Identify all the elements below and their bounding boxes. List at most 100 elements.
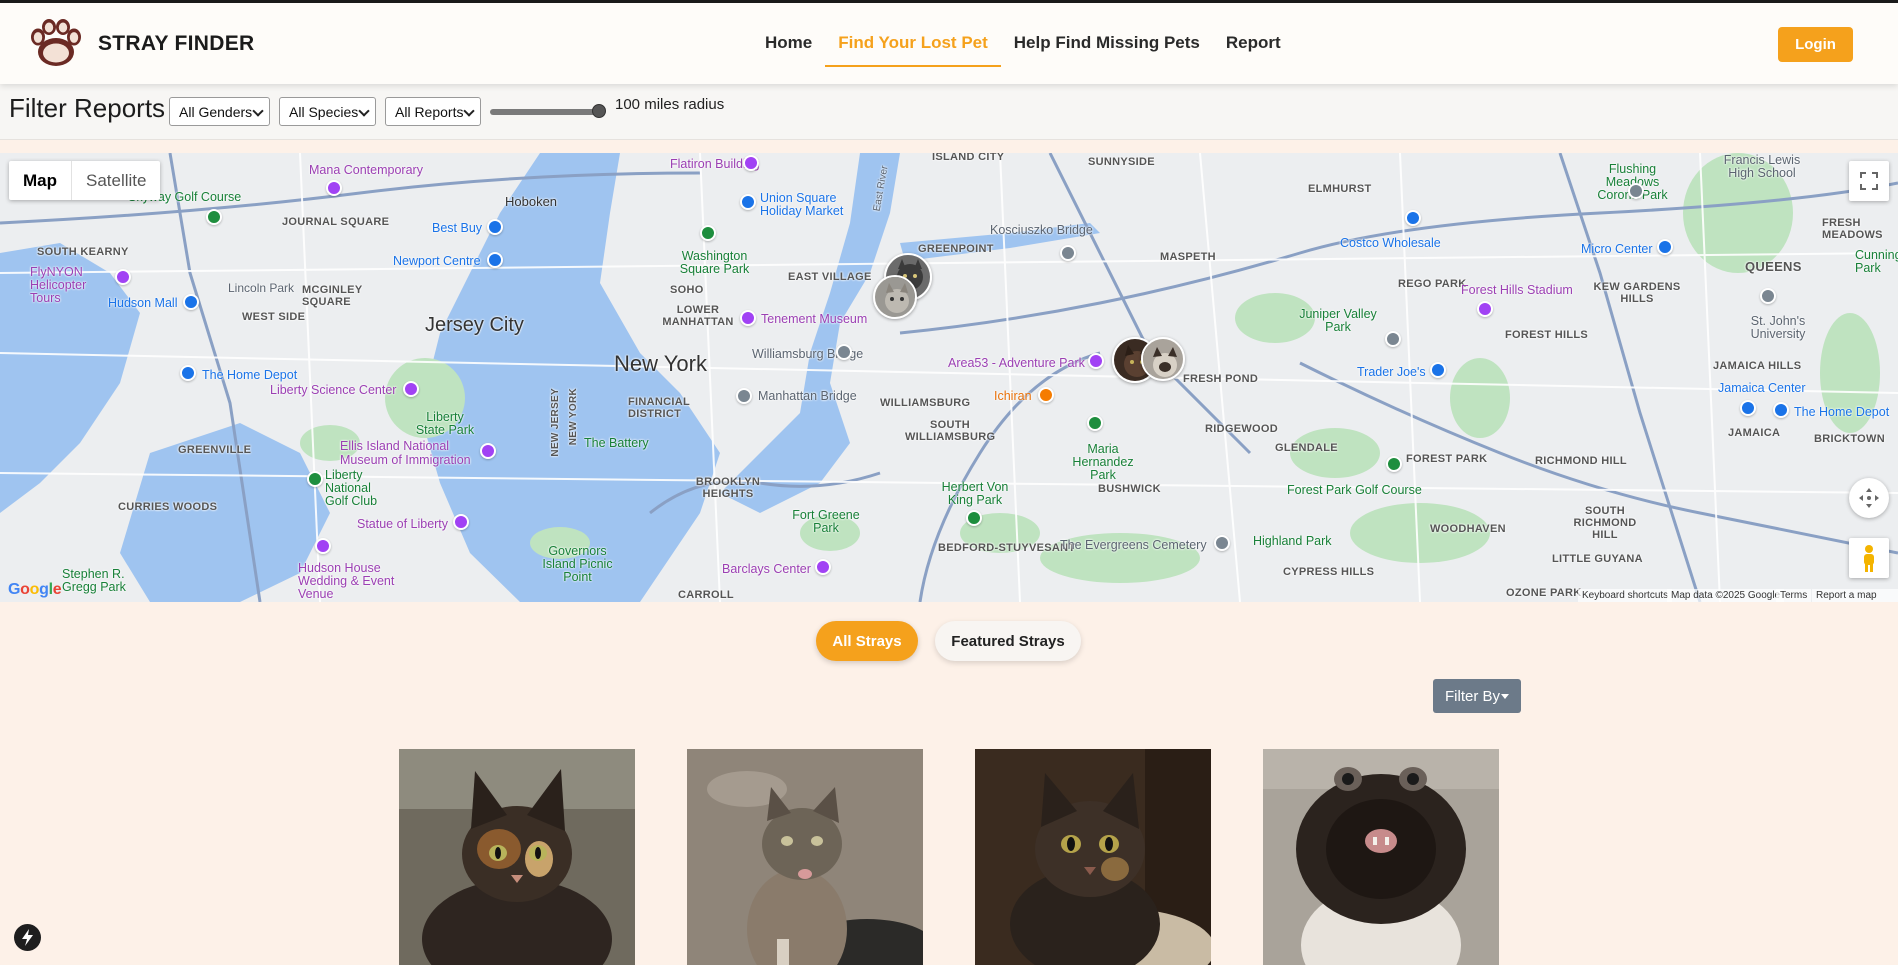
- shop-pin-icon[interactable]: [1405, 210, 1421, 226]
- poi-forest-park-golf[interactable]: Forest Park Golf Course: [1287, 483, 1422, 497]
- poi-home-depot-nj[interactable]: The Home Depot: [202, 368, 297, 382]
- poi-cunningham-park[interactable]: Cunningha Park: [1855, 249, 1898, 275]
- bridge-pin-icon[interactable]: [836, 344, 852, 360]
- nav-report[interactable]: Report: [1213, 21, 1294, 67]
- poi-hudson-house[interactable]: Hudson House Wedding & Event Venue: [298, 562, 408, 601]
- park-pin-icon[interactable]: [966, 510, 982, 526]
- poi-hudson-mall[interactable]: Hudson Mall: [108, 296, 177, 310]
- poi-st-johns-university[interactable]: St. John's University: [1743, 315, 1813, 341]
- poi-newport-centre[interactable]: Newport Centre: [393, 254, 481, 268]
- shop-pin-icon[interactable]: [1740, 400, 1756, 416]
- landmark-pin-icon[interactable]: [315, 538, 331, 554]
- shop-pin-icon[interactable]: [487, 252, 503, 268]
- shop-pin-icon[interactable]: [180, 365, 196, 381]
- poi-trader-joes[interactable]: Trader Joe's: [1357, 365, 1426, 379]
- report-map-error-link[interactable]: Report a map error: [1812, 589, 1898, 602]
- poi-union-square-market[interactable]: Union Square Holiday Market: [760, 192, 850, 218]
- all-strays-tab[interactable]: All Strays: [816, 621, 918, 661]
- poi-maria-hernandez-park[interactable]: Maria Hernandez Park: [1068, 443, 1138, 482]
- golf-pin-icon[interactable]: [307, 471, 323, 487]
- bridge-pin-icon[interactable]: [1060, 245, 1076, 261]
- landmark-pin-icon[interactable]: [1088, 353, 1104, 369]
- golf-pin-icon[interactable]: [206, 209, 222, 225]
- golf-pin-icon[interactable]: [1386, 456, 1402, 472]
- map-type-satellite-button[interactable]: Satellite: [72, 161, 160, 200]
- cat-card-1[interactable]: [399, 749, 635, 965]
- poi-juniper-valley-park[interactable]: Juniper Valley Park: [1298, 308, 1378, 334]
- poi-costco-wholesale[interactable]: Costco Wholesale: [1340, 236, 1441, 250]
- poi-highland-park[interactable]: Highland Park: [1253, 534, 1332, 548]
- poi-washington-square-park[interactable]: Washington Square Park: [677, 250, 752, 276]
- cat-report-marker[interactable]: [873, 275, 917, 319]
- keyboard-shortcuts-link[interactable]: Keyboard shortcuts: [1578, 589, 1673, 602]
- landmark-pin-icon[interactable]: [480, 443, 496, 459]
- landmark-pin-icon[interactable]: [740, 310, 756, 326]
- poi-jamaica-center[interactable]: Jamaica Center: [1718, 381, 1806, 395]
- poi-evergreens-cemetery[interactable]: The Evergreens Cemetery: [1060, 538, 1207, 552]
- filter-by-dropdown[interactable]: Filter By: [1433, 679, 1521, 713]
- poi-home-depot-ny[interactable]: The Home Depot: [1794, 405, 1889, 419]
- shop-pin-icon[interactable]: [740, 194, 756, 210]
- landmark-pin-icon[interactable]: [115, 269, 131, 285]
- poi-forest-hills-stadium[interactable]: Forest Hills Stadium: [1461, 283, 1573, 297]
- terms-link[interactable]: Terms: [1776, 589, 1812, 602]
- camera-control-button[interactable]: [1849, 478, 1889, 518]
- fullscreen-button[interactable]: [1849, 161, 1889, 201]
- poi-stephen-gregg-park[interactable]: Stephen R. Gregg Park: [62, 568, 137, 594]
- poi-liberty-national-golf[interactable]: Liberty National Golf Club: [325, 469, 397, 508]
- poi-herbert-von-king-park[interactable]: Herbert Von King Park: [940, 481, 1010, 507]
- cemetery-pin-icon[interactable]: [1214, 535, 1230, 551]
- restaurant-pin-icon[interactable]: [1038, 387, 1054, 403]
- poi-barclays-center[interactable]: Barclays Center: [722, 562, 811, 576]
- shop-pin-icon[interactable]: [1430, 362, 1446, 378]
- map-type-map-button[interactable]: Map: [9, 161, 72, 200]
- park-pin-icon[interactable]: [1087, 415, 1103, 431]
- shop-pin-icon[interactable]: [183, 294, 199, 310]
- school-pin-icon[interactable]: [1628, 183, 1644, 199]
- poi-the-battery[interactable]: The Battery: [584, 436, 649, 450]
- poi-tenement-museum[interactable]: Tenement Museum: [761, 312, 867, 326]
- brand-logo-link[interactable]: STRAY FINDER: [28, 19, 254, 69]
- poi-ellis-island[interactable]: Ellis Island National Museum of Immigrat…: [340, 439, 475, 467]
- slider-thumb[interactable]: [592, 104, 606, 118]
- featured-strays-tab[interactable]: Featured Strays: [935, 621, 1081, 661]
- landmark-pin-icon[interactable]: [326, 180, 342, 196]
- street-view-pegman-button[interactable]: [1849, 538, 1889, 578]
- poi-best-buy[interactable]: Best Buy: [432, 221, 482, 235]
- poi-statue-of-liberty[interactable]: Statue of Liberty: [357, 517, 448, 531]
- poi-area53-adventure-park[interactable]: Area53 - Adventure Park: [948, 356, 1085, 370]
- landmark-pin-icon[interactable]: [743, 155, 759, 171]
- poi-micro-center[interactable]: Micro Center: [1581, 242, 1653, 256]
- cat-report-marker[interactable]: [1141, 337, 1185, 381]
- landmark-pin-icon[interactable]: [403, 381, 419, 397]
- gender-select[interactable]: All Genders: [169, 97, 270, 126]
- shop-pin-icon[interactable]: [1657, 239, 1673, 255]
- login-button[interactable]: Login: [1778, 27, 1853, 62]
- nav-home[interactable]: Home: [752, 21, 825, 67]
- poi-mana-contemporary[interactable]: Mana Contemporary: [309, 163, 423, 177]
- poi-fort-greene-park[interactable]: Fort Greene Park: [791, 509, 861, 535]
- cemetery-pin-icon[interactable]: [1385, 331, 1401, 347]
- radius-slider[interactable]: [490, 103, 606, 121]
- reports-select[interactable]: All Reports: [385, 97, 481, 126]
- cat-card-4[interactable]: [1263, 749, 1499, 965]
- poi-kosciuszko-bridge[interactable]: Kosciuszko Bridge: [990, 223, 1093, 237]
- poi-liberty-science-center[interactable]: Liberty Science Center: [270, 383, 396, 397]
- nav-help-find-missing-pets[interactable]: Help Find Missing Pets: [1001, 21, 1213, 67]
- poi-manhattan-bridge[interactable]: Manhattan Bridge: [758, 389, 857, 403]
- poi-flynyon-helicopter-tours[interactable]: FlyNYON Helicopter Tours: [30, 266, 120, 305]
- shop-pin-icon[interactable]: [487, 219, 503, 235]
- google-logo[interactable]: Google: [8, 581, 62, 599]
- poi-francis-lewis-high-school[interactable]: Francis Lewis High School: [1717, 154, 1807, 180]
- poi-governors-island[interactable]: Governors Island Picnic Point: [540, 545, 615, 584]
- poi-liberty-state-park[interactable]: Liberty State Park: [415, 411, 475, 437]
- cat-card-2[interactable]: [687, 749, 923, 965]
- landmark-pin-icon[interactable]: [453, 514, 469, 530]
- bridge-pin-icon[interactable]: [736, 388, 752, 404]
- school-pin-icon[interactable]: [1760, 288, 1776, 304]
- landmark-pin-icon[interactable]: [815, 559, 831, 575]
- nav-find-your-lost-pet[interactable]: Find Your Lost Pet: [825, 21, 1001, 67]
- species-select[interactable]: All Species: [279, 97, 376, 126]
- landmark-pin-icon[interactable]: [1477, 301, 1493, 317]
- stray-map[interactable]: Jersey City New York Hoboken JOURNAL SQU…: [0, 153, 1898, 602]
